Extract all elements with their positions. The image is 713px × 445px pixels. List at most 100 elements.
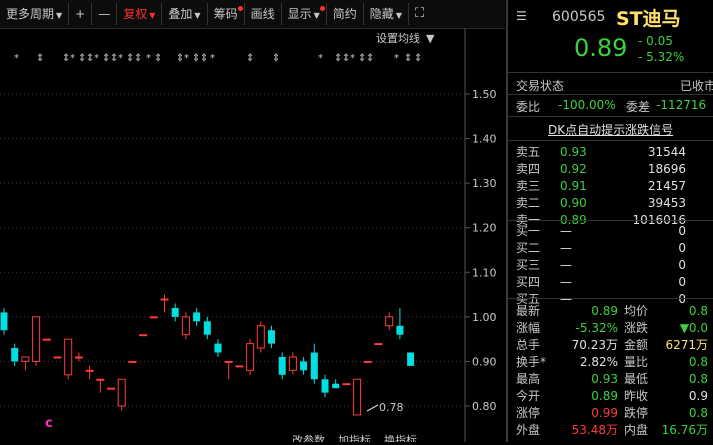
stats-label: 涨停 [516,406,541,420]
expand-icon[interactable]: ⛶ [409,3,430,25]
ask-volume: 18696 [647,161,686,176]
candle [53,356,62,359]
stats-label: 涨跌 [624,321,649,335]
stats-label: 昨收 [624,389,649,403]
c-signal-marker: c [45,416,53,431]
simple-button[interactable]: 简约 [327,3,364,25]
trade-status-row: 交易状态 已收市 [516,77,713,94]
y-tick-label: 1.10 [472,266,497,279]
candle-body [64,338,73,376]
candle [385,312,394,331]
candle [214,339,222,357]
bid-volume: 0 [678,257,686,272]
candle [160,294,169,313]
candle-body [246,343,255,371]
zoom-out-button[interactable]: — [92,3,118,25]
candle-body [353,378,362,416]
dk-signal-link[interactable]: DK点自动提示涨跌信号 [548,121,673,138]
candle-body [96,378,105,381]
candle [32,316,41,366]
chips-button[interactable]: 筹码 [208,3,245,25]
bid-label: 买四 [516,275,541,289]
candle [363,360,372,363]
ma-settings-link[interactable]: 设置均线 [376,31,420,45]
signal-mark: ⇕ [366,53,374,64]
candle-body [107,387,115,390]
bottom-tab-add-indicator[interactable]: 加指标 [338,433,371,445]
signal-mark: ⇕ [414,53,422,64]
stats-label: 换手* [516,355,547,369]
overlay-menu[interactable]: 叠加 ▼ [162,3,208,25]
menu-icon[interactable]: ☰ [516,9,527,23]
stats-value: 70.23万 [571,338,618,352]
bottom-tab-params[interactable]: 改参数 [292,433,325,445]
adjust-menu[interactable]: 复权 ▼ [117,3,163,25]
candle-body [321,379,329,393]
quote-panel: ☰ 600565 ST迪马 0.89 - 0.05 - 5.32% 交易状态 已… [506,0,713,442]
y-tick-label: 0.90 [472,355,497,368]
candle [321,374,329,398]
stats-row: 换手* 2.82% 量比 0.8 [516,353,708,370]
candle [96,378,105,393]
signal-mark: * [118,53,123,64]
stats-row: 总手 70.23万 金额 6271万 [516,336,708,353]
candle-body [332,383,340,389]
stock-name: ST迪马 [616,8,681,30]
stats-value: 0.89 [591,388,618,403]
signal-mark: * [146,53,151,64]
stats-value: 16.76万 [661,423,708,437]
stats-label: 量比 [624,355,649,369]
ask-row: 卖五 0.93 31544 [516,143,686,160]
display-menu[interactable]: 显示 ▼ [282,3,327,25]
y-tick-label: 1.50 [472,88,497,101]
candle [256,321,265,353]
bid-price: — [560,274,572,289]
bid-volume: 0 [678,274,686,289]
period-label: 更多周期 [6,7,55,21]
candle-body [21,356,30,362]
candle-body [310,352,318,380]
candle [74,352,83,362]
stats-value: -5.32% [575,320,618,335]
signal-mark: * [14,53,19,64]
stats-label: 最新 [516,304,541,318]
signal-mark: * [210,53,215,64]
signal-mark: * [394,53,399,64]
signal-mark: * [184,53,189,64]
stats-row: 最高 0.93 最低 0.8 [516,370,708,387]
bottom-tab-change-indicator[interactable]: 换指标 [384,433,417,445]
candle [353,378,362,416]
hide-menu[interactable]: 隐藏 ▼ [364,3,409,25]
stats-value: 0.99 [591,405,618,420]
stats-value: 0.8 [688,354,708,369]
zoom-in-button[interactable]: + [69,3,93,25]
stats-label: 金额 [624,338,649,352]
candle [149,316,158,319]
candle-body [53,356,62,359]
draw-line-button[interactable]: 画线 [245,3,282,25]
candle [407,352,415,366]
stats-value: 0.8 [688,303,708,318]
signal-mark: ⇕ [272,53,280,64]
candle [278,352,286,380]
stats-value: 0.93 [591,371,618,386]
signal-mark: * [350,53,355,64]
bid-row: 买二 — 0 [516,239,686,256]
candle [21,356,30,371]
period-menu[interactable]: 更多周期 ▼ [0,3,70,25]
price-change: - 0.05 [638,34,673,48]
candle-body [374,343,383,346]
candle [117,378,126,411]
bid-label: 买一 [516,224,541,238]
stats-row: 今开 0.89 昨收 0.9 [516,387,708,404]
ask-label: 卖三 [516,179,541,193]
weibi-label: 委比 [516,100,541,114]
kline-chart[interactable]: 设置均线 ▼ * ⇕ ⇕ * ⇕ ⇕ * ⇕ ⇕ * ⇕ ⇕ * ⇕ ⇕ * ⇕ ⇕ * ⇕ ⇕ * ⇕ ⇕ * ⇕ ⇕ * ⇕ ⇕ 1.… [0,28,505,445]
y-axis-ticks: 1.50 1.40 1.30 1.20 1.10 1.00 0.90 0.80 [465,88,497,413]
candle [332,379,340,389]
candle-body [171,307,179,317]
price-change-pct: - 5.32% [638,50,685,64]
stats-table: 最新 0.89 均价 0.8 涨幅 -5.32% 涨跌 ▼0.0 总手 70.23万 金额 6271万… [516,302,708,438]
ask-price: 0.92 [560,161,587,176]
candle-body [193,312,201,322]
